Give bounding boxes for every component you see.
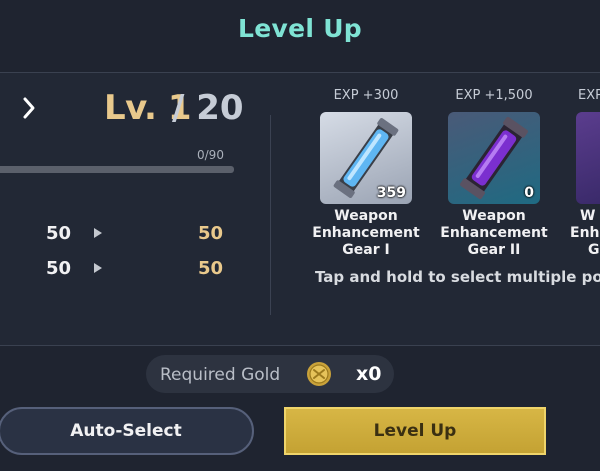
material-1-name-line: Gear I <box>342 242 390 258</box>
chevron-right-icon[interactable] <box>22 96 36 120</box>
level-separator: / <box>172 88 185 128</box>
exp-progress-bar <box>0 166 234 173</box>
stat-1-current: 50 <box>46 223 72 244</box>
selection-hint: Tap and hold to select multiple pow <box>315 268 600 286</box>
level-max: 20 <box>196 88 244 128</box>
material-3-name: W Enha G <box>570 208 600 259</box>
material-3-name-line: Enha <box>570 225 600 241</box>
material-2-name-line: Weapon <box>462 208 526 224</box>
material-1-exp: EXP +300 <box>333 88 399 103</box>
material-3-exp: EXP <box>578 88 600 103</box>
material-1-count: 359 <box>376 185 406 201</box>
material-2-name: Weapon Enhancement Gear II <box>434 208 554 259</box>
exp-counter: 0/90 <box>197 148 224 162</box>
auto-select-button[interactable]: Auto-Select <box>0 407 254 455</box>
material-2-card[interactable]: 0 <box>448 112 540 204</box>
arrow-right-icon <box>94 263 102 273</box>
stat-2-next: 50 <box>198 258 224 279</box>
required-gold-label: Required Gold <box>160 365 281 385</box>
stat-2-current: 50 <box>46 258 72 279</box>
page-title: Level Up <box>237 14 362 43</box>
material-1-card[interactable]: 359 <box>320 112 412 204</box>
material-1-name: Weapon Enhancement Gear I <box>306 208 426 259</box>
level-up-button[interactable]: Level Up <box>284 407 546 455</box>
gold-coin-icon <box>307 362 331 386</box>
panel-divider <box>270 115 271 315</box>
required-gold-value: x0 <box>356 363 382 385</box>
stat-1-next: 50 <box>198 223 224 244</box>
material-2-count: 0 <box>524 185 534 201</box>
material-3-card[interactable] <box>576 112 600 204</box>
material-2-exp: EXP +1,500 <box>455 88 533 103</box>
material-1-name-line: Enhancement <box>312 225 420 241</box>
material-3-name-line: G <box>588 242 600 258</box>
level-prefix: Lv. <box>104 88 157 128</box>
material-2-name-line: Enhancement <box>440 225 548 241</box>
material-1-name-line: Weapon <box>334 208 398 224</box>
material-3-name-line: W <box>580 208 596 224</box>
material-2-name-line: Gear II <box>467 242 521 258</box>
max-level: / 20 <box>172 88 244 128</box>
arrow-right-icon <box>94 228 102 238</box>
